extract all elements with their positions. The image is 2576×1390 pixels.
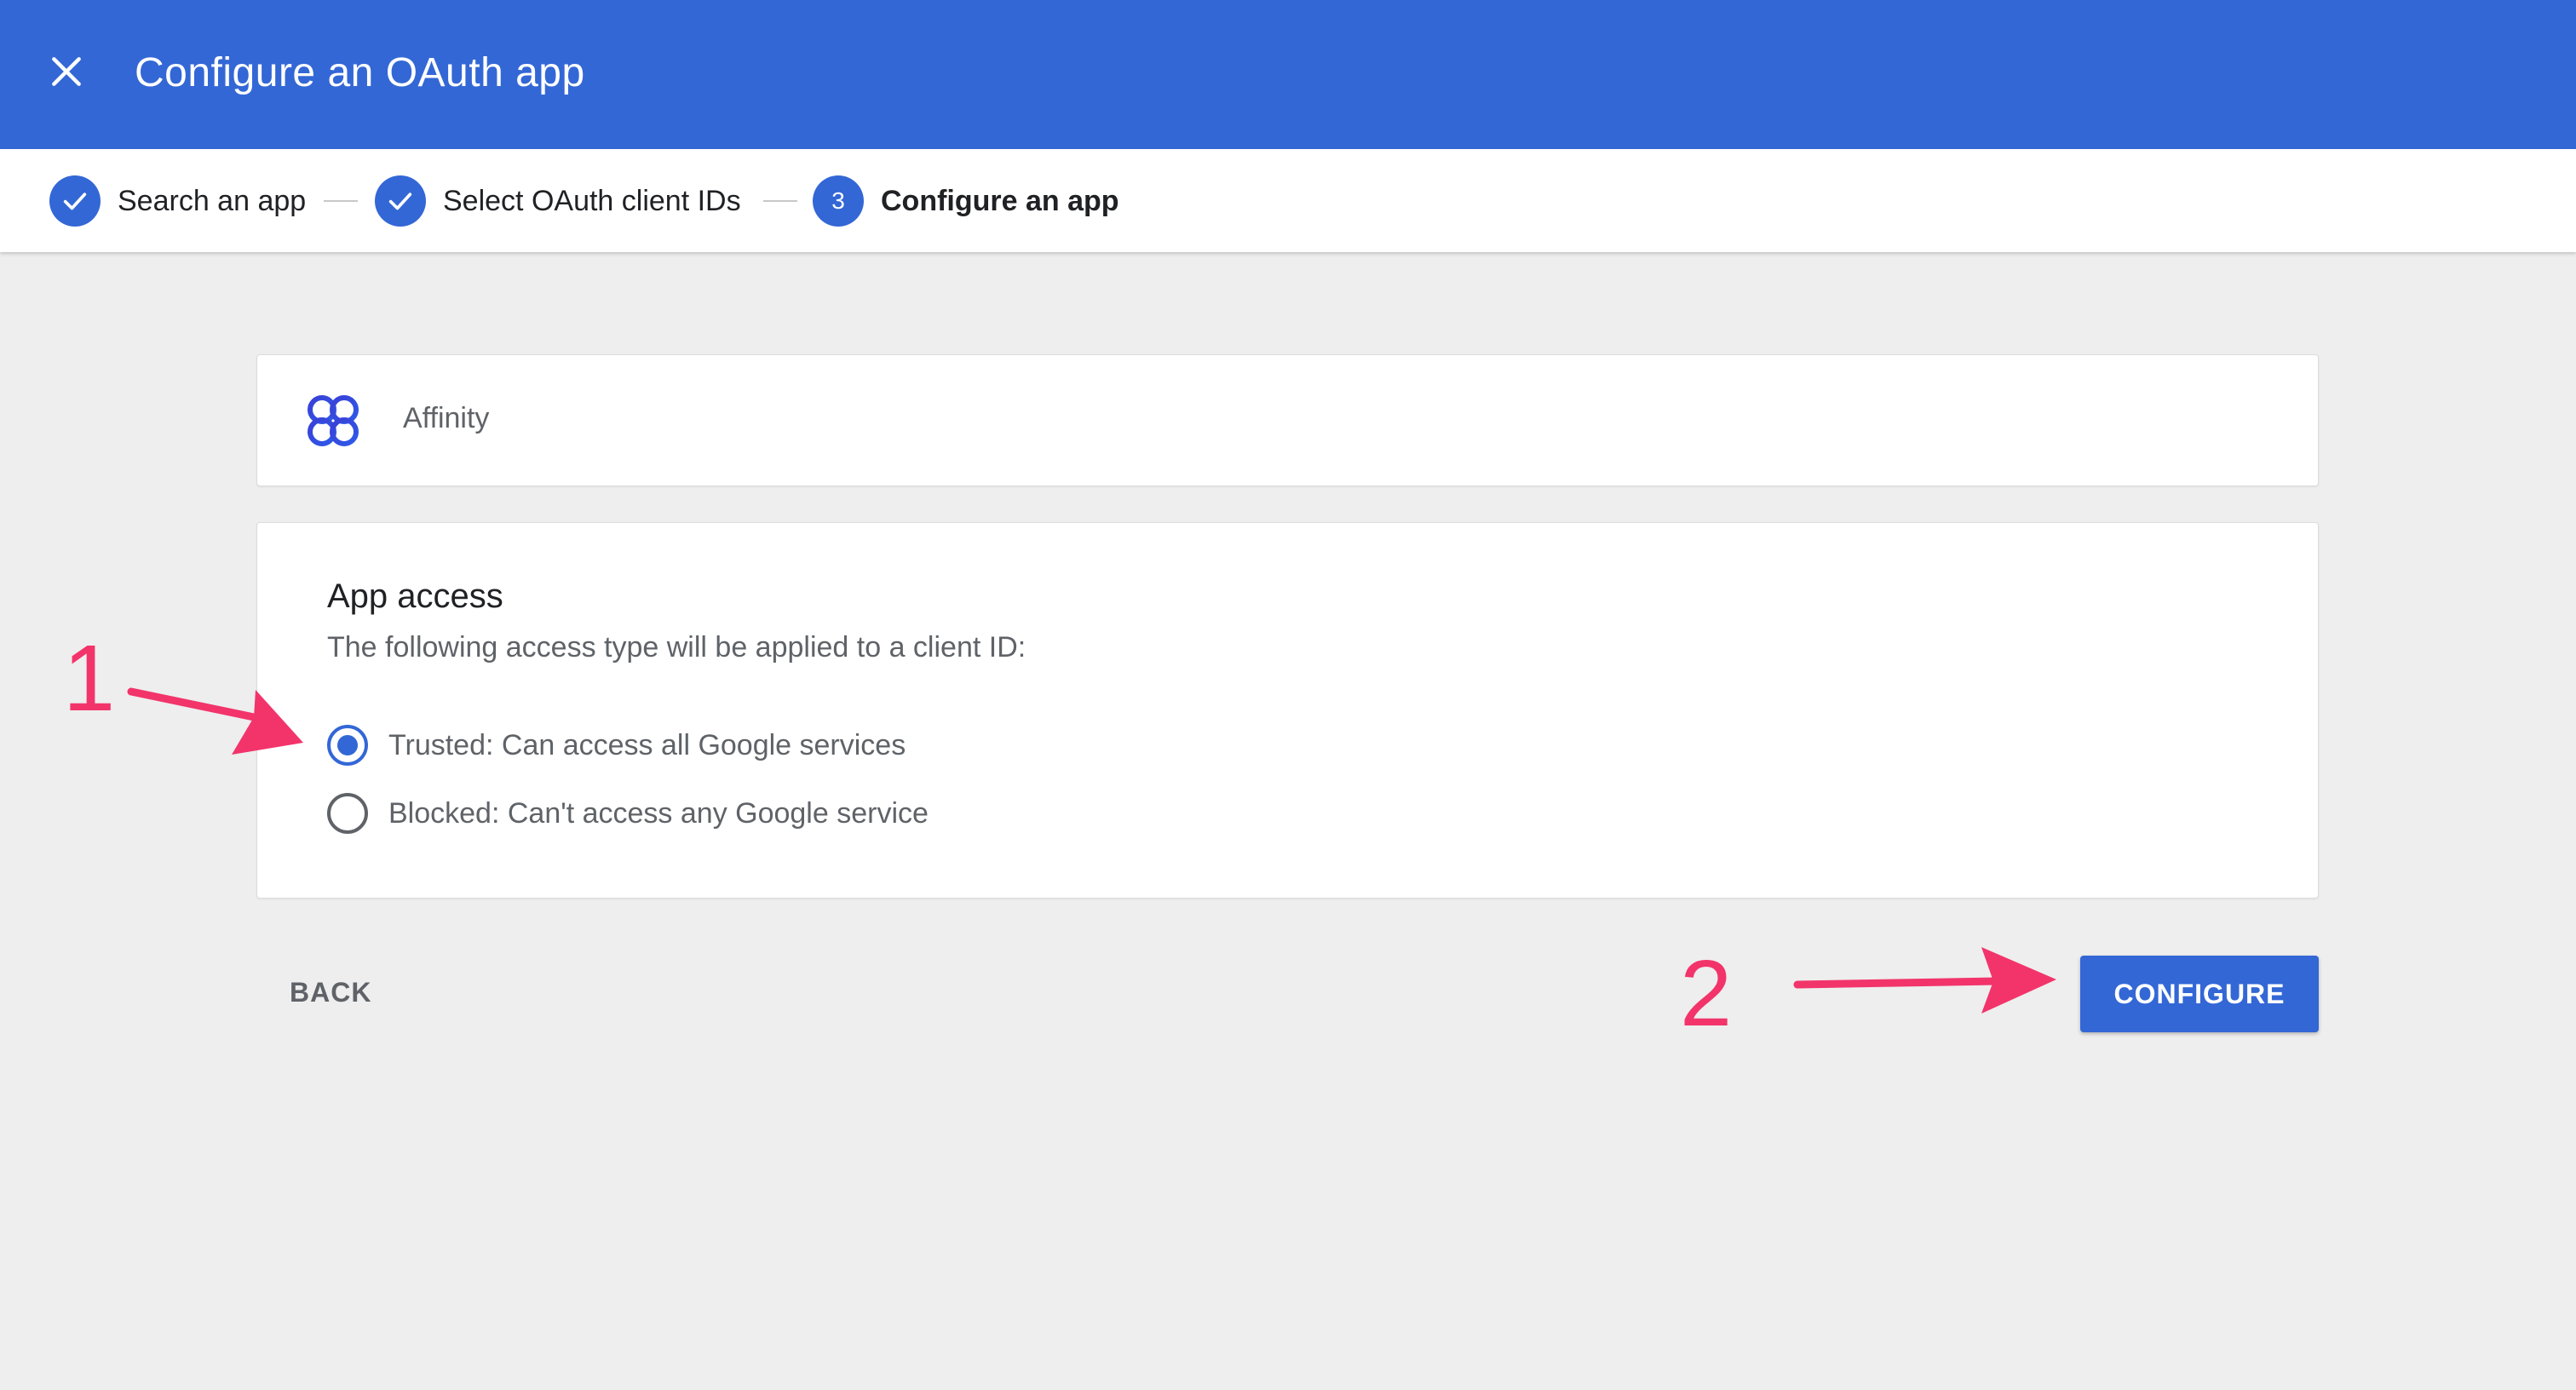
radio-button-unchecked[interactable] <box>327 793 368 834</box>
step-label: Search an app <box>118 184 307 217</box>
annotation-arrow-1 <box>127 687 303 755</box>
radio-label: Blocked: Can't access any Google service <box>388 796 929 830</box>
step-configure-app[interactable]: 3 Configure an app <box>813 175 1119 227</box>
app-card: Affinity <box>256 354 2319 486</box>
affinity-logo-icon <box>308 395 359 446</box>
annotation-arrow-2 <box>1793 947 2056 1014</box>
step-connector <box>763 200 797 202</box>
configure-button[interactable]: CONFIGURE <box>2080 956 2319 1032</box>
check-icon <box>49 175 101 227</box>
close-button[interactable] <box>39 44 94 99</box>
section-title: App access <box>327 577 503 615</box>
back-button[interactable]: BACK <box>290 968 371 1016</box>
annotation-number-2: 2 <box>1680 941 1733 1046</box>
step-number-badge: 3 <box>813 175 864 227</box>
stepper: Search an app Select OAuth client IDs 3 … <box>0 149 2576 252</box>
check-icon <box>375 175 426 227</box>
annotation-number-1: 1 <box>63 626 116 731</box>
step-connector <box>324 200 358 202</box>
step-label: Configure an app <box>881 184 1119 217</box>
app-access-card: App access The following access type wil… <box>256 522 2319 899</box>
radio-button-checked[interactable] <box>327 725 368 766</box>
app-name: Affinity <box>403 402 490 434</box>
section-description: The following access type will be applie… <box>327 631 1026 663</box>
radio-option-trusted[interactable]: Trusted: Can access all Google services <box>327 725 906 766</box>
close-icon <box>52 57 81 86</box>
step-search-app[interactable]: Search an app <box>49 175 306 227</box>
app-header: Configure an OAuth app <box>0 0 2576 149</box>
radio-option-blocked[interactable]: Blocked: Can't access any Google service <box>327 793 929 834</box>
radio-label: Trusted: Can access all Google services <box>388 728 906 761</box>
step-label: Select OAuth client IDs <box>443 184 741 217</box>
page-title: Configure an OAuth app <box>135 50 585 95</box>
step-select-client-ids[interactable]: Select OAuth client IDs <box>375 175 741 227</box>
